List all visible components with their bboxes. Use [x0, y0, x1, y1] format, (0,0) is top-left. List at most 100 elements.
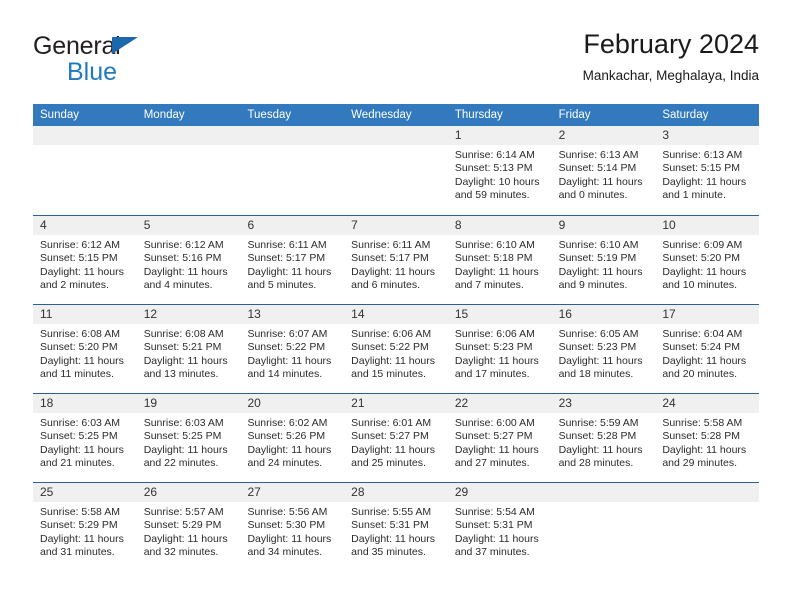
day-cell[interactable]: 23 Sunrise: 5:59 AM Sunset: 5:28 PM Dayligh… — [551, 394, 656, 482]
day-details: Sunrise: 5:56 AM Sunset: 5:30 PM Daylight:… — [240, 502, 344, 560]
daylight-text-line1: Daylight: 11 hours — [558, 443, 643, 456]
day-number — [33, 126, 137, 145]
sunrise-text: Sunrise: 6:07 AM — [247, 328, 328, 340]
day-cell[interactable]: 9 Sunrise: 6:10 AM Sunset: 5:19 PM Daylight… — [551, 216, 656, 304]
day-cell[interactable]: 25 Sunrise: 5:58 AM Sunset: 5:29 PM Dayligh… — [33, 483, 137, 571]
day-cell[interactable]: 1 Sunrise: 6:14 AM Sunset: 5:13 PM Daylight… — [447, 126, 552, 215]
sunrise-text: Sunrise: 6:12 AM — [40, 239, 120, 251]
daylight-text-line2: and 37 minutes. — [454, 546, 530, 559]
sunrise-text: Sunrise: 5:54 AM — [454, 506, 535, 518]
day-number — [240, 126, 345, 145]
calendar-grid: Sunday Monday Tuesday Wednesday Thursday… — [33, 104, 760, 571]
day-cell[interactable]: 27 Sunrise: 5:56 AM Sunset: 5:30 PM Dayligh… — [240, 483, 345, 571]
day-details: Sunrise: 6:06 AM Sunset: 5:23 PM Daylight:… — [448, 324, 552, 382]
day-details: Sunrise: 6:08 AM Sunset: 5:20 PM Daylight:… — [33, 324, 137, 382]
weekday-header-thursday: Thursday — [454, 109, 503, 121]
daylight-text-line1: Daylight: 11 hours — [662, 443, 747, 456]
day-number: 1 — [447, 126, 552, 145]
day-cell[interactable]: 8 Sunrise: 6:10 AM Sunset: 5:18 PM Daylight… — [447, 216, 552, 304]
daylight-text-line1: Daylight: 11 hours — [247, 354, 332, 367]
day-cell[interactable]: 11 Sunrise: 6:08 AM Sunset: 5:20 PM Dayligh… — [33, 305, 137, 393]
sunrise-text: Sunrise: 6:08 AM — [40, 328, 120, 340]
day-cell[interactable]: 12 Sunrise: 6:08 AM Sunset: 5:21 PM Dayligh… — [136, 305, 241, 393]
daylight-text-line1: Daylight: 11 hours — [454, 265, 539, 278]
daylight-text-line2: and 17 minutes. — [454, 368, 530, 381]
sunrise-text: Sunrise: 6:11 AM — [247, 239, 327, 251]
daylight-text-line1: Daylight: 11 hours — [40, 265, 124, 278]
day-number: 11 — [33, 305, 137, 324]
daylight-text-line1: Daylight: 11 hours — [558, 265, 643, 278]
daylight-text-line2: and 25 minutes. — [351, 457, 426, 470]
daylight-text-line1: Daylight: 11 hours — [40, 532, 124, 545]
day-details: Sunrise: 5:57 AM Sunset: 5:29 PM Daylight:… — [137, 502, 241, 560]
page-title: February 2024 — [583, 29, 759, 59]
day-cell[interactable]: 2 Sunrise: 6:13 AM Sunset: 5:14 PM Daylight… — [551, 126, 656, 215]
sunrise-text: Sunrise: 6:10 AM — [454, 239, 535, 251]
day-cell[interactable]: 20 Sunrise: 6:02 AM Sunset: 5:26 PM Dayligh… — [240, 394, 345, 482]
day-details: Sunrise: 6:07 AM Sunset: 5:22 PM Daylight:… — [240, 324, 344, 382]
daylight-text-line2: and 28 minutes. — [558, 457, 634, 470]
day-details: Sunrise: 6:04 AM Sunset: 5:24 PM Daylight:… — [655, 324, 759, 382]
day-number: 15 — [447, 305, 552, 324]
day-cell[interactable]: 22 Sunrise: 6:00 AM Sunset: 5:27 PM Dayligh… — [447, 394, 552, 482]
weekday-header-row: Sunday Monday Tuesday Wednesday Thursday… — [33, 104, 759, 126]
daylight-text-line1: Daylight: 11 hours — [454, 443, 539, 456]
day-details: Sunrise: 6:11 AM Sunset: 5:17 PM Daylight:… — [240, 235, 344, 293]
sunset-text: Sunset: 5:25 PM — [143, 430, 222, 443]
day-cell[interactable]: 6 Sunrise: 6:11 AM Sunset: 5:17 PM Daylight… — [240, 216, 345, 304]
day-number: 8 — [447, 216, 552, 235]
sunrise-text: Sunrise: 6:02 AM — [247, 417, 328, 429]
day-details: Sunrise: 6:03 AM Sunset: 5:25 PM Daylight:… — [33, 413, 137, 471]
day-number: 7 — [344, 216, 448, 235]
day-details: Sunrise: 6:11 AM Sunset: 5:17 PM Daylight:… — [344, 235, 448, 293]
day-cell-empty — [655, 483, 760, 571]
day-cell[interactable]: 24 Sunrise: 5:58 AM Sunset: 5:28 PM Dayligh… — [655, 394, 760, 482]
sunset-text: Sunset: 5:23 PM — [454, 341, 533, 354]
sunset-text: Sunset: 5:22 PM — [351, 341, 429, 354]
day-cell-empty — [344, 126, 448, 215]
daylight-text-line2: and 9 minutes. — [558, 279, 628, 292]
week-row: 1 Sunrise: 6:14 AM Sunset: 5:13 PM Daylight… — [33, 126, 760, 215]
day-cell[interactable]: 15 Sunrise: 6:06 AM Sunset: 5:23 PM Dayligh… — [447, 305, 552, 393]
daylight-text-line1: Daylight: 11 hours — [143, 532, 228, 545]
sunset-text: Sunset: 5:24 PM — [662, 341, 740, 354]
day-cell[interactable]: 17 Sunrise: 6:04 AM Sunset: 5:24 PM Dayligh… — [655, 305, 760, 393]
daylight-text-line1: Daylight: 11 hours — [662, 265, 747, 278]
sunrise-text: Sunrise: 6:12 AM — [143, 239, 224, 251]
day-details: Sunrise: 6:02 AM Sunset: 5:26 PM Daylight:… — [240, 413, 344, 471]
daylight-text-line1: Daylight: 11 hours — [662, 354, 747, 367]
weeks-container: 1 Sunrise: 6:14 AM Sunset: 5:13 PM Daylight… — [33, 126, 760, 571]
sunset-text: Sunset: 5:27 PM — [454, 430, 533, 443]
day-cell[interactable]: 16 Sunrise: 6:05 AM Sunset: 5:23 PM Dayligh… — [551, 305, 656, 393]
daylight-text-line1: Daylight: 11 hours — [143, 265, 228, 278]
day-cell[interactable]: 10 Sunrise: 6:09 AM Sunset: 5:20 PM Dayligh… — [655, 216, 760, 304]
day-cell[interactable]: 21 Sunrise: 6:01 AM Sunset: 5:27 PM Dayligh… — [344, 394, 448, 482]
sunset-text: Sunset: 5:16 PM — [143, 252, 222, 265]
day-cell[interactable]: 28 Sunrise: 5:55 AM Sunset: 5:31 PM Dayligh… — [344, 483, 448, 571]
day-number: 18 — [33, 394, 137, 413]
day-cell[interactable]: 19 Sunrise: 6:03 AM Sunset: 5:25 PM Dayligh… — [136, 394, 241, 482]
day-details: Sunrise: 6:06 AM Sunset: 5:22 PM Daylight:… — [344, 324, 448, 382]
day-cell[interactable]: 5 Sunrise: 6:12 AM Sunset: 5:16 PM Daylight… — [136, 216, 241, 304]
weekday-header-saturday: Saturday — [662, 109, 709, 121]
day-cell[interactable]: 18 Sunrise: 6:03 AM Sunset: 5:25 PM Dayligh… — [33, 394, 137, 482]
daylight-text-line2: and 7 minutes. — [454, 279, 524, 292]
sunrise-text: Sunrise: 6:11 AM — [351, 239, 431, 251]
daylight-text-line2: and 4 minutes. — [143, 279, 213, 292]
day-cell[interactable]: 26 Sunrise: 5:57 AM Sunset: 5:29 PM Dayligh… — [136, 483, 241, 571]
daylight-text-line2: and 15 minutes. — [351, 368, 426, 381]
day-number: 12 — [136, 305, 241, 324]
sunset-text: Sunset: 5:15 PM — [662, 162, 740, 175]
sunrise-text: Sunrise: 5:56 AM — [247, 506, 328, 518]
day-number: 27 — [240, 483, 345, 502]
daylight-text-line1: Daylight: 11 hours — [558, 175, 643, 188]
day-cell[interactable]: 4 Sunrise: 6:12 AM Sunset: 5:15 PM Daylight… — [33, 216, 137, 304]
daylight-text-line1: Daylight: 11 hours — [454, 354, 539, 367]
day-cell[interactable]: 3 Sunrise: 6:13 AM Sunset: 5:15 PM Daylight… — [655, 126, 760, 215]
day-cell[interactable]: 13 Sunrise: 6:07 AM Sunset: 5:22 PM Dayligh… — [240, 305, 345, 393]
location-subtitle: Mankachar, Meghalaya, India — [582, 68, 759, 84]
day-cell[interactable]: 7 Sunrise: 6:11 AM Sunset: 5:17 PM Daylight… — [344, 216, 448, 304]
day-cell[interactable]: 14 Sunrise: 6:06 AM Sunset: 5:22 PM Dayligh… — [344, 305, 448, 393]
day-details: Sunrise: 6:09 AM Sunset: 5:20 PM Daylight:… — [655, 235, 759, 293]
day-cell[interactable]: 29 Sunrise: 5:54 AM Sunset: 5:31 PM Dayligh… — [447, 483, 552, 571]
